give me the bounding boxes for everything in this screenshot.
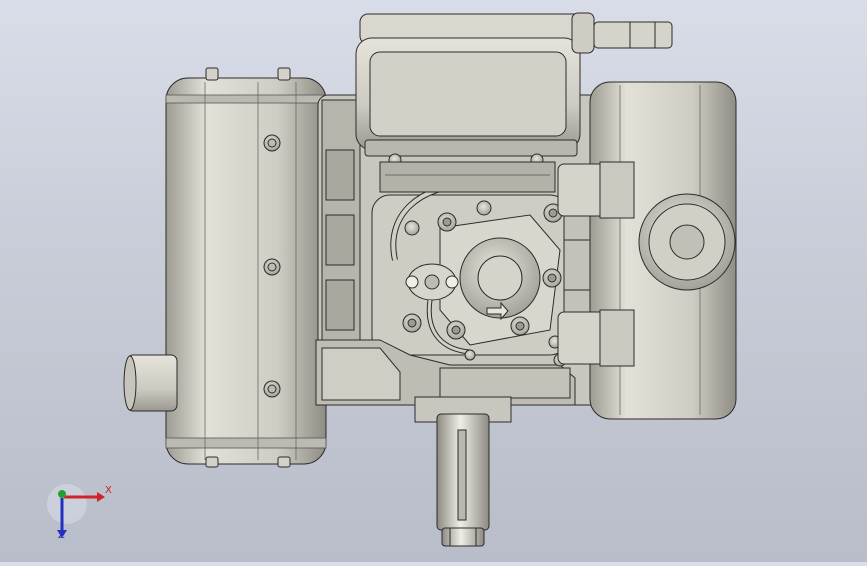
muffler[interactable] xyxy=(123,67,327,468)
reference-triad: X Y Z xyxy=(45,480,115,550)
graphics-viewport[interactable]: X Y Z xyxy=(0,0,867,562)
crankshaft[interactable] xyxy=(414,396,512,547)
engine-model[interactable] xyxy=(0,0,867,562)
axis-x-label: X xyxy=(105,485,112,496)
axis-z-label: Z xyxy=(58,530,65,541)
